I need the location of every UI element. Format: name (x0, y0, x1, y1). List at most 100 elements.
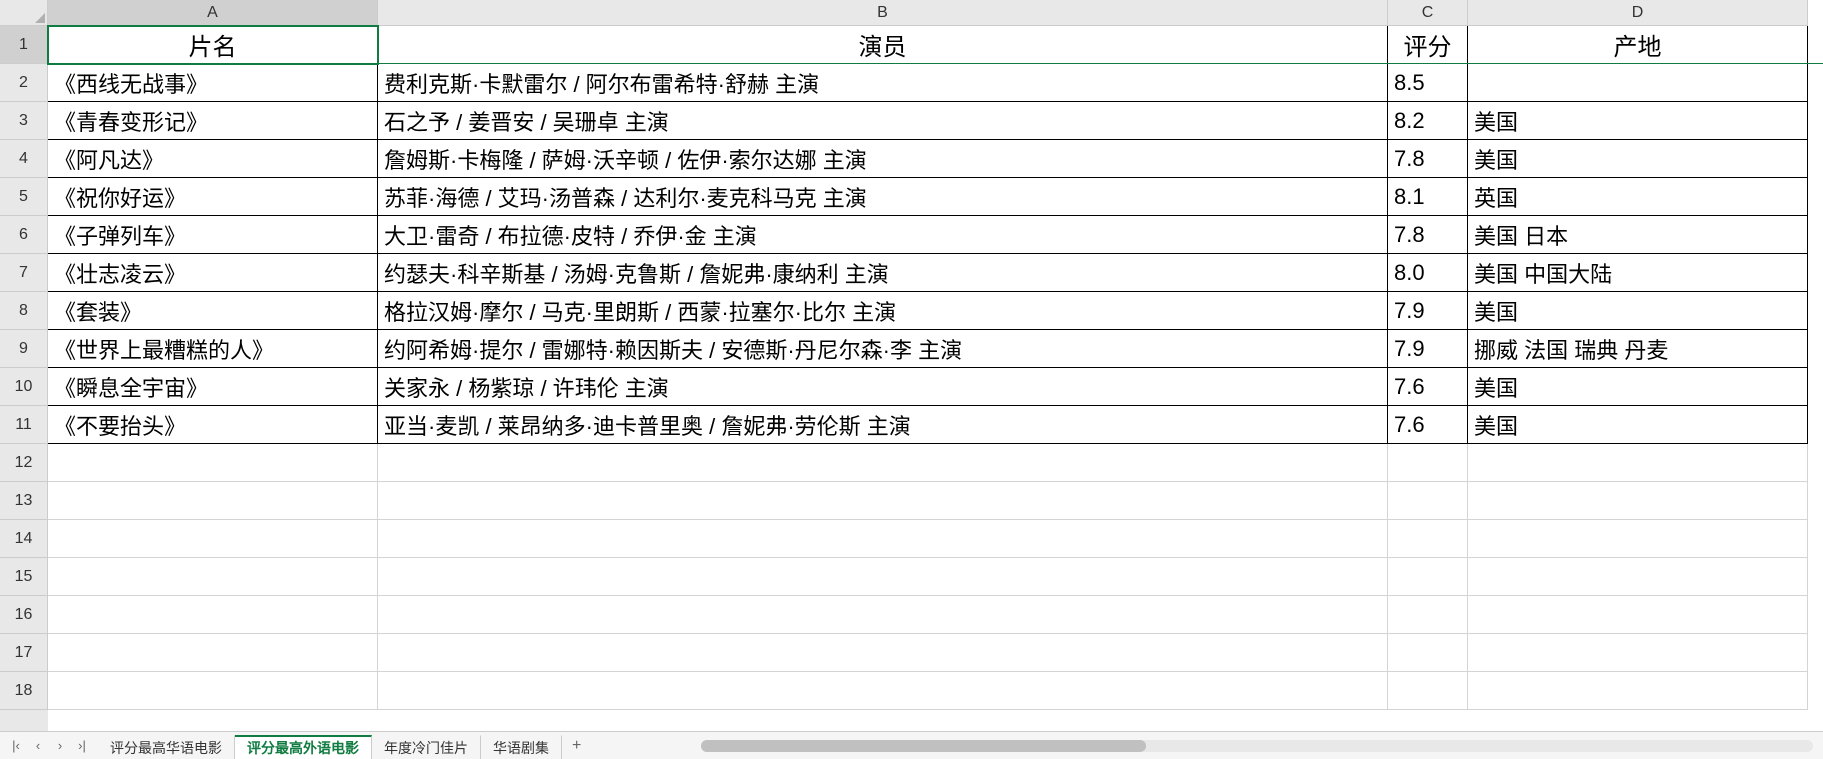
row-header-4[interactable]: 4 (0, 140, 48, 178)
cell-B7[interactable]: 约瑟夫·科辛斯基 / 汤姆·克鲁斯 / 詹妮弗·康纳利 主演 (378, 254, 1388, 292)
cell-D7[interactable]: 美国 中国大陆 (1468, 254, 1808, 292)
cell-A5[interactable]: 《祝你好运》 (48, 178, 378, 216)
sheet-tab-2[interactable]: 年度冷门佳片 (372, 735, 481, 759)
column-header-C[interactable]: C (1388, 0, 1468, 26)
cell-D10[interactable]: 美国 (1468, 368, 1808, 406)
column-header-B[interactable]: B (378, 0, 1388, 26)
row-header-5[interactable]: 5 (0, 178, 48, 216)
cell-C17[interactable] (1388, 634, 1468, 672)
nav-prev-button[interactable]: ‹ (28, 736, 48, 756)
cell-D4[interactable]: 美国 (1468, 140, 1808, 178)
row-header-6[interactable]: 6 (0, 216, 48, 254)
cell-B15[interactable] (378, 558, 1388, 596)
cell-A15[interactable] (48, 558, 378, 596)
cell-C4[interactable]: 7.8 (1388, 140, 1468, 178)
cell-A13[interactable] (48, 482, 378, 520)
horizontal-scroll-thumb[interactable] (701, 740, 1146, 752)
row-header-2[interactable]: 2 (0, 64, 48, 102)
nav-last-button[interactable]: ›| (72, 736, 92, 756)
cell-C10[interactable]: 7.6 (1388, 368, 1468, 406)
nav-first-button[interactable]: |‹ (6, 736, 26, 756)
cell-C15[interactable] (1388, 558, 1468, 596)
cell-B6[interactable]: 大卫·雷奇 / 布拉德·皮特 / 乔伊·金 主演 (378, 216, 1388, 254)
row-header-18[interactable]: 18 (0, 672, 48, 710)
row-header-16[interactable]: 16 (0, 596, 48, 634)
cell-C5[interactable]: 8.1 (1388, 178, 1468, 216)
cell-C14[interactable] (1388, 520, 1468, 558)
cell-A12[interactable] (48, 444, 378, 482)
cell-B17[interactable] (378, 634, 1388, 672)
cell-B14[interactable] (378, 520, 1388, 558)
cell-A9[interactable]: 《世界上最糟糕的人》 (48, 330, 378, 368)
row-header-17[interactable]: 17 (0, 634, 48, 672)
row-header-12[interactable]: 12 (0, 444, 48, 482)
cell-D3[interactable]: 美国 (1468, 102, 1808, 140)
row-header-8[interactable]: 8 (0, 292, 48, 330)
cell-C13[interactable] (1388, 482, 1468, 520)
cell-A4[interactable]: 《阿凡达》 (48, 140, 378, 178)
cell-D13[interactable] (1468, 482, 1808, 520)
cell-B12[interactable] (378, 444, 1388, 482)
column-header-D[interactable]: D (1468, 0, 1808, 26)
cell-D2[interactable] (1468, 64, 1808, 102)
cell-C1[interactable]: 评分 (1388, 26, 1468, 64)
cell-A3[interactable]: 《青春变形记》 (48, 102, 378, 140)
row-header-15[interactable]: 15 (0, 558, 48, 596)
row-header-7[interactable]: 7 (0, 254, 48, 292)
cell-B16[interactable] (378, 596, 1388, 634)
cell-C2[interactable]: 8.5 (1388, 64, 1468, 102)
cells-container[interactable]: 片名演员评分产地《西线无战事》费利克斯·卡默雷尔 / 阿尔布雷希特·舒赫 主演8… (48, 26, 1823, 731)
cell-B9[interactable]: 约阿希姆·提尔 / 雷娜特·赖因斯夫 / 安德斯·丹尼尔森·李 主演 (378, 330, 1388, 368)
cell-A18[interactable] (48, 672, 378, 710)
cell-A7[interactable]: 《壮志凌云》 (48, 254, 378, 292)
row-header-9[interactable]: 9 (0, 330, 48, 368)
cell-D14[interactable] (1468, 520, 1808, 558)
cell-C16[interactable] (1388, 596, 1468, 634)
cell-A2[interactable]: 《西线无战事》 (48, 64, 378, 102)
cell-D1[interactable]: 产地 (1468, 26, 1808, 64)
row-header-13[interactable]: 13 (0, 482, 48, 520)
add-sheet-button[interactable]: + (562, 733, 591, 759)
cell-C8[interactable]: 7.9 (1388, 292, 1468, 330)
cell-D18[interactable] (1468, 672, 1808, 710)
cell-B1[interactable]: 演员 (378, 26, 1388, 64)
sheet-tab-3[interactable]: 华语剧集 (481, 735, 562, 759)
cell-C6[interactable]: 7.8 (1388, 216, 1468, 254)
cell-B8[interactable]: 格拉汉姆·摩尔 / 马克·里朗斯 / 西蒙·拉塞尔·比尔 主演 (378, 292, 1388, 330)
cell-B11[interactable]: 亚当·麦凯 / 莱昂纳多·迪卡普里奥 / 詹妮弗·劳伦斯 主演 (378, 406, 1388, 444)
cell-D15[interactable] (1468, 558, 1808, 596)
row-header-1[interactable]: 1 (0, 26, 48, 64)
nav-next-button[interactable]: › (50, 736, 70, 756)
row-header-11[interactable]: 11 (0, 406, 48, 444)
cell-C3[interactable]: 8.2 (1388, 102, 1468, 140)
cell-A16[interactable] (48, 596, 378, 634)
cell-B4[interactable]: 詹姆斯·卡梅隆 / 萨姆·沃辛顿 / 佐伊·索尔达娜 主演 (378, 140, 1388, 178)
select-all-corner[interactable] (0, 0, 48, 26)
cell-D12[interactable] (1468, 444, 1808, 482)
sheet-tab-1[interactable]: 评分最高外语电影 (235, 735, 372, 759)
cell-A17[interactable] (48, 634, 378, 672)
cell-A6[interactable]: 《子弹列车》 (48, 216, 378, 254)
cell-A11[interactable]: 《不要抬头》 (48, 406, 378, 444)
cell-B3[interactable]: 石之予 / 姜晋安 / 吴珊卓 主演 (378, 102, 1388, 140)
cell-D11[interactable]: 美国 (1468, 406, 1808, 444)
cell-C12[interactable] (1388, 444, 1468, 482)
cell-C9[interactable]: 7.9 (1388, 330, 1468, 368)
cell-D5[interactable]: 英国 (1468, 178, 1808, 216)
cell-B2[interactable]: 费利克斯·卡默雷尔 / 阿尔布雷希特·舒赫 主演 (378, 64, 1388, 102)
cell-B18[interactable] (378, 672, 1388, 710)
horizontal-scrollbar[interactable] (701, 740, 1813, 752)
cell-C7[interactable]: 8.0 (1388, 254, 1468, 292)
cell-A10[interactable]: 《瞬息全宇宙》 (48, 368, 378, 406)
cell-C11[interactable]: 7.6 (1388, 406, 1468, 444)
cell-A14[interactable] (48, 520, 378, 558)
column-header-A[interactable]: A (48, 0, 378, 26)
sheet-tab-0[interactable]: 评分最高华语电影 (98, 735, 235, 759)
cell-D9[interactable]: 挪威 法国 瑞典 丹麦 (1468, 330, 1808, 368)
cell-A1[interactable]: 片名 (48, 26, 378, 64)
cell-D8[interactable]: 美国 (1468, 292, 1808, 330)
row-header-3[interactable]: 3 (0, 102, 48, 140)
cell-D16[interactable] (1468, 596, 1808, 634)
row-header-10[interactable]: 10 (0, 368, 48, 406)
cell-D6[interactable]: 美国 日本 (1468, 216, 1808, 254)
